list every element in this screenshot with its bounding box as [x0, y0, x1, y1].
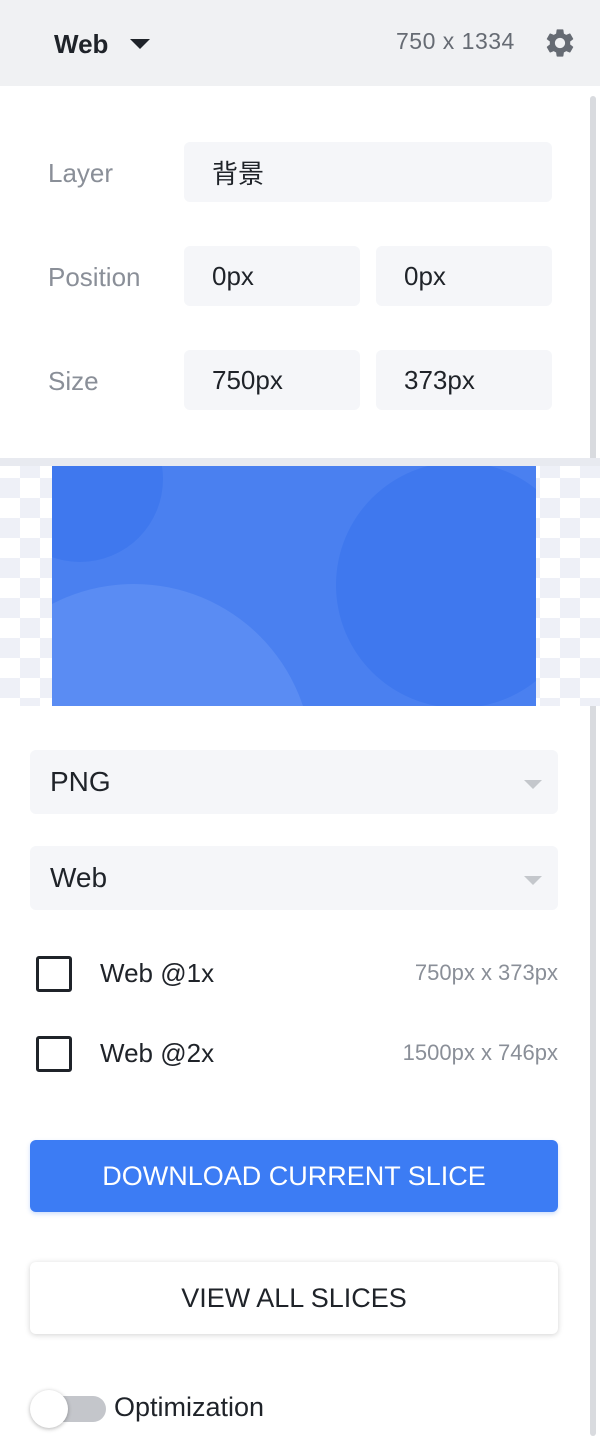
platform-select[interactable]: Web — [30, 846, 558, 910]
download-button-label: DOWNLOAD CURRENT SLICE — [102, 1160, 486, 1191]
scale-2x-dimensions: 1500px x 746px — [402, 1040, 558, 1065]
scale-2x-checkbox[interactable] — [36, 1036, 72, 1072]
width-value: 750px — [212, 364, 283, 395]
optimization-toggle[interactable] — [30, 1390, 106, 1428]
decor-circle-large-right — [336, 466, 536, 706]
format-selected-value: PNG — [50, 766, 111, 797]
position-y-value: 0px — [404, 260, 446, 291]
scale-1x-checkbox[interactable] — [36, 956, 72, 992]
height-value: 373px — [404, 364, 475, 395]
position-y-field[interactable]: 0px — [376, 246, 552, 306]
layer-name-value: 背景 — [212, 159, 265, 190]
layer-label: Layer — [48, 158, 114, 188]
view-all-button-label: VIEW ALL SLICES — [181, 1282, 407, 1313]
preview-divider — [0, 458, 600, 466]
toggle-knob — [30, 1390, 68, 1428]
dropdown-arrow-icon — [524, 876, 542, 885]
view-all-slices-button[interactable]: VIEW ALL SLICES — [30, 1262, 558, 1334]
caret-down-icon — [130, 39, 151, 49]
top-bar: Web 750 x 1334 — [0, 0, 600, 86]
platform-selected-value: Web — [50, 862, 108, 893]
layer-name-field[interactable]: 背景 — [184, 142, 552, 202]
height-field[interactable]: 373px — [376, 350, 552, 410]
download-current-slice-button[interactable]: DOWNLOAD CURRENT SLICE — [30, 1140, 558, 1212]
position-x-value: 0px — [212, 260, 254, 291]
slice-preview-image — [52, 466, 536, 706]
platform-label: Web — [54, 28, 109, 59]
decor-circle-small — [52, 466, 163, 562]
position-x-field[interactable]: 0px — [184, 246, 360, 306]
gear-icon[interactable] — [543, 26, 577, 60]
scale-option-1x[interactable]: Web @1x 750px x 373px — [36, 954, 558, 994]
platform-dropdown[interactable]: Web — [54, 28, 151, 60]
position-label: Position — [48, 262, 141, 292]
scale-2x-label: Web @2x — [100, 1038, 215, 1068]
scrollbar[interactable] — [590, 96, 596, 1436]
canvas-size: 750 x 1334 — [396, 28, 515, 54]
decor-circle-bottom-left — [52, 584, 312, 706]
width-field[interactable]: 750px — [184, 350, 360, 410]
size-label: Size — [48, 366, 99, 396]
optimization-label: Optimization — [114, 1392, 265, 1422]
dropdown-arrow-icon — [524, 780, 542, 789]
scale-1x-label: Web @1x — [100, 958, 215, 988]
format-select[interactable]: PNG — [30, 750, 558, 814]
scale-option-2x[interactable]: Web @2x 1500px x 746px — [36, 1034, 558, 1074]
scale-1x-dimensions: 750px x 373px — [414, 960, 558, 985]
